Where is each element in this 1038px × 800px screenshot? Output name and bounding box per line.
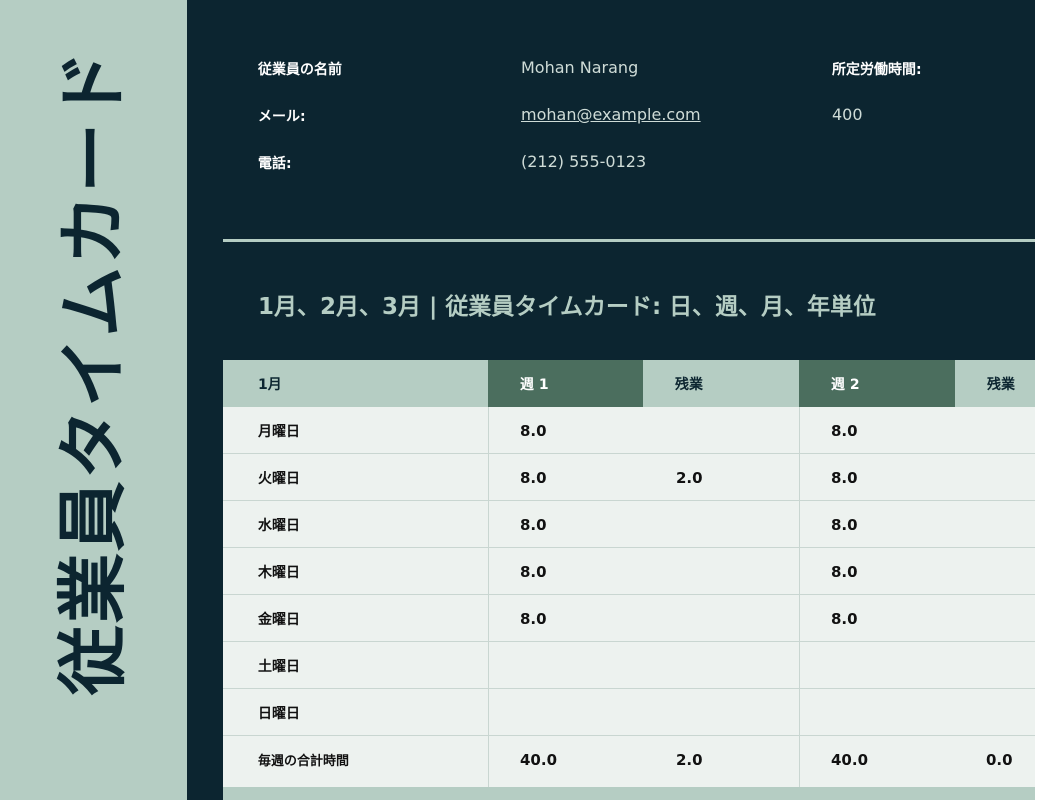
table-total-row: 毎週の合計時間 40.0 2.0 40.0 0.0 bbox=[223, 736, 1035, 783]
header-overtime-2[interactable]: 残業 bbox=[955, 360, 1035, 407]
header-week-2[interactable]: 週 2 bbox=[799, 360, 955, 407]
week1-total-cell[interactable]: 40.0 bbox=[520, 736, 557, 783]
week1-hours-cell[interactable]: 8.0 bbox=[520, 454, 547, 501]
email-label: メール: bbox=[258, 109, 306, 125]
day-cell[interactable]: 日曜日 bbox=[258, 689, 300, 736]
timecard-page: 従業員タイムカード 従業員の名前 Mohan Narang メール: mohan… bbox=[0, 0, 1038, 800]
timecard-table: 1月 週 1 残業 週 2 残業 月曜日 8.0 8.0 火曜日 8.0 2.0… bbox=[223, 360, 1035, 800]
phone-label: 電話: bbox=[258, 156, 292, 172]
week1-hours-cell[interactable]: 8.0 bbox=[520, 548, 547, 595]
scheduled-hours-value[interactable]: 400 bbox=[832, 105, 863, 124]
total-label-cell[interactable]: 毎週の合計時間 bbox=[258, 736, 349, 783]
day-cell[interactable]: 金曜日 bbox=[258, 595, 300, 642]
side-title: 従業員タイムカード bbox=[52, 48, 134, 696]
header-month[interactable]: 1月 bbox=[223, 360, 488, 407]
side-title-band: 従業員タイムカード bbox=[0, 0, 187, 800]
week1-overtime-cell[interactable]: 2.0 bbox=[676, 454, 703, 501]
table-footer-band bbox=[223, 787, 1035, 800]
week2-hours-cell[interactable]: 8.0 bbox=[831, 501, 858, 548]
header-overtime-1[interactable]: 残業 bbox=[643, 360, 799, 407]
week1-overtime-total-cell[interactable]: 2.0 bbox=[676, 736, 703, 783]
day-cell[interactable]: 土曜日 bbox=[258, 642, 300, 689]
week2-hours-cell[interactable]: 8.0 bbox=[831, 454, 858, 501]
table-row: 金曜日 8.0 8.0 bbox=[223, 595, 1035, 642]
table-row: 月曜日 8.0 8.0 bbox=[223, 407, 1035, 454]
table-row: 日曜日 bbox=[223, 689, 1035, 736]
scheduled-hours-label: 所定労働時間: bbox=[832, 62, 922, 78]
week2-hours-cell[interactable]: 8.0 bbox=[831, 548, 858, 595]
employee-name-value[interactable]: Mohan Narang bbox=[521, 58, 638, 77]
week2-hours-cell[interactable]: 8.0 bbox=[831, 407, 858, 454]
section-divider bbox=[223, 239, 1035, 242]
week1-hours-cell[interactable]: 8.0 bbox=[520, 595, 547, 642]
week1-hours-cell[interactable]: 8.0 bbox=[520, 501, 547, 548]
column-divider bbox=[799, 407, 800, 799]
day-cell[interactable]: 木曜日 bbox=[258, 548, 300, 595]
column-divider bbox=[488, 407, 489, 799]
employee-name-label: 従業員の名前 bbox=[258, 62, 342, 78]
table-row: 木曜日 8.0 8.0 bbox=[223, 548, 1035, 595]
week2-hours-cell[interactable]: 8.0 bbox=[831, 595, 858, 642]
email-link[interactable]: mohan@example.com bbox=[521, 105, 701, 124]
table-row: 土曜日 bbox=[223, 642, 1035, 689]
header-week-1[interactable]: 週 1 bbox=[488, 360, 643, 407]
table-row: 水曜日 8.0 8.0 bbox=[223, 501, 1035, 548]
section-title: 1月、2月、3月 | 従業員タイムカード: 日、週、月、年単位 bbox=[258, 294, 877, 320]
week2-total-cell[interactable]: 40.0 bbox=[831, 736, 868, 783]
table-row: 火曜日 8.0 2.0 8.0 bbox=[223, 454, 1035, 501]
week1-hours-cell[interactable]: 8.0 bbox=[520, 407, 547, 454]
day-cell[interactable]: 火曜日 bbox=[258, 454, 300, 501]
day-cell[interactable]: 水曜日 bbox=[258, 501, 300, 548]
week2-overtime-total-cell[interactable]: 0.0 bbox=[986, 736, 1013, 783]
phone-value[interactable]: (212) 555-0123 bbox=[521, 152, 646, 171]
day-cell[interactable]: 月曜日 bbox=[258, 407, 300, 454]
